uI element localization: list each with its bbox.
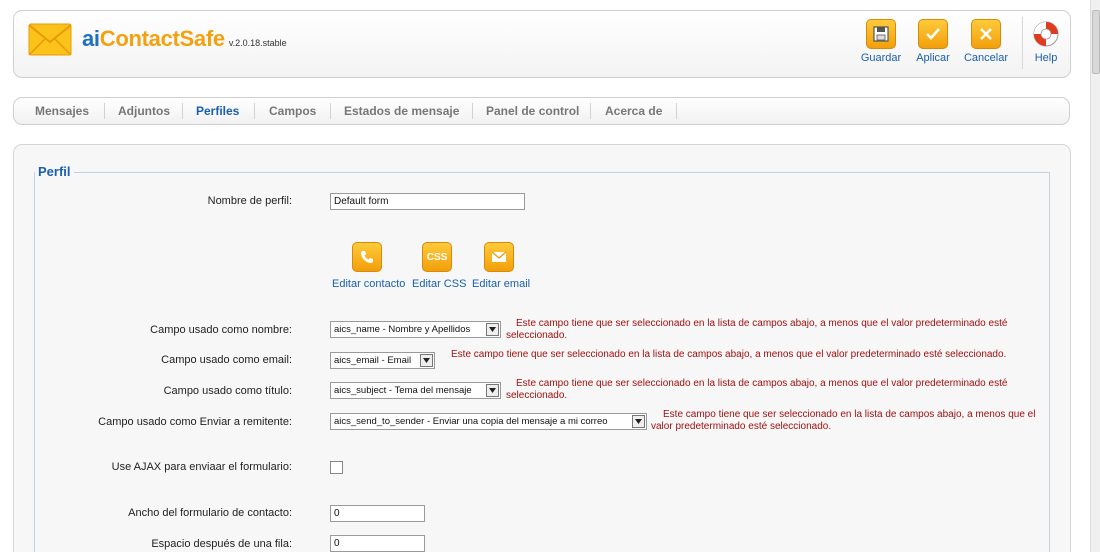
envelope-logo-icon — [28, 23, 72, 56]
profile-name-input[interactable] — [330, 193, 525, 210]
sender-field-select[interactable]: aics_send_to_sender - Enviar una copia d… — [330, 413, 647, 430]
tab-bar: Mensajes Adjuntos Perfiles Campos Estado… — [13, 97, 1070, 125]
name-field-select[interactable]: aics_name - Nombre y Apellidos — [330, 321, 501, 338]
chevron-down-icon — [486, 384, 499, 397]
toolbar-header: aiContactSafe v.2.0.18.stable Guardar Apl… — [13, 10, 1071, 78]
name-field-value: aics_name - Nombre y Apellidos — [334, 324, 471, 335]
email-field-select[interactable]: aics_email - Email — [330, 352, 435, 369]
name-field-note: Este campo tiene que ser seleccionado en… — [506, 318, 1008, 341]
checkmark-icon — [918, 19, 948, 49]
fieldset-legend: Perfil — [35, 164, 74, 179]
css-icon: CSS — [422, 242, 452, 272]
form-width-label: Ancho del formulario de contacto: — [128, 507, 292, 519]
tab-adjuntos[interactable]: Adjuntos — [118, 104, 170, 118]
save-icon — [866, 19, 896, 49]
tab-divider — [330, 103, 331, 119]
ajax-label: Use AJAX para enviaar el formulario: — [111, 461, 292, 473]
save-label: Guardar — [860, 52, 902, 64]
sender-field-label: Campo usado como Enviar a remitente: — [98, 416, 292, 428]
title-field-note: Este campo tiene que ser seleccionado en… — [506, 378, 1008, 401]
tab-divider — [254, 103, 255, 119]
chevron-down-icon — [420, 354, 433, 367]
tab-perfiles[interactable]: Perfiles — [196, 104, 239, 118]
brand-name: ContactSafe — [99, 26, 225, 51]
tab-divider — [182, 103, 183, 119]
tab-divider — [676, 103, 677, 119]
name-field-label: Campo usado como nombre: — [150, 324, 292, 336]
sender-field-note: Este campo tiene que ser seleccionado en… — [651, 409, 1036, 432]
cancel-button[interactable]: Cancelar — [961, 19, 1011, 64]
phone-icon — [352, 242, 382, 272]
help-button[interactable]: Help — [1022, 19, 1070, 64]
sender-field-value: aics_send_to_sender - Enviar una copia d… — [334, 416, 608, 427]
help-label: Help — [1034, 52, 1058, 64]
form-width-input[interactable] — [330, 505, 425, 522]
title-field-label: Campo usado como título: — [163, 385, 292, 397]
edit-css-button[interactable]: CSS Editar CSS — [412, 242, 466, 290]
email-field-label: Campo usado como email: — [161, 354, 292, 366]
version-label: v.2.0.18.stable — [228, 38, 287, 48]
ajax-checkbox[interactable] — [330, 461, 343, 474]
brand-ai: ai — [82, 26, 100, 51]
title-field-select[interactable]: aics_subject - Tema del mensaje — [330, 382, 501, 399]
save-button[interactable]: Guardar — [856, 19, 906, 64]
vertical-scrollbar[interactable] — [1090, 0, 1100, 552]
envelope-icon — [484, 242, 514, 272]
profile-name-label: Nombre de perfil: — [207, 195, 292, 207]
row-space-label: Espacio después de una fila: — [151, 538, 292, 550]
row-space-input[interactable] — [330, 535, 425, 552]
tab-divider — [590, 103, 591, 119]
tab-divider — [104, 103, 105, 119]
chevron-down-icon — [486, 323, 499, 336]
tab-acerca-de[interactable]: Acerca de — [605, 104, 662, 118]
edit-contact-button[interactable]: Editar contacto — [332, 242, 406, 290]
tab-mensajes[interactable]: Mensajes — [35, 104, 89, 118]
tab-estados-de-mensaje[interactable]: Estados de mensaje — [344, 104, 459, 118]
edit-css-label: Editar CSS — [412, 278, 467, 290]
edit-contact-label: Editar contacto — [332, 278, 406, 290]
email-field-note: Este campo tiene que ser seleccionado en… — [451, 349, 1007, 360]
tab-panel-de-control[interactable]: Panel de control — [486, 104, 579, 118]
tab-divider — [472, 103, 473, 119]
edit-email-button[interactable]: Editar email — [472, 242, 530, 290]
tab-campos[interactable]: Campos — [269, 104, 316, 118]
apply-button[interactable]: Aplicar — [908, 19, 958, 64]
chevron-down-icon — [632, 415, 645, 428]
title-field-value: aics_subject - Tema del mensaje — [334, 385, 472, 396]
apply-label: Aplicar — [916, 52, 950, 64]
scrollbar-thumb[interactable] — [1092, 10, 1100, 74]
lifebuoy-icon — [1033, 21, 1059, 47]
app-title: aiContactSafe v.2.0.18.stable — [82, 26, 287, 52]
close-icon — [971, 19, 1001, 49]
cancel-label: Cancelar — [963, 52, 1009, 64]
edit-email-label: Editar email — [472, 278, 531, 290]
email-field-value: aics_email - Email — [334, 355, 412, 366]
